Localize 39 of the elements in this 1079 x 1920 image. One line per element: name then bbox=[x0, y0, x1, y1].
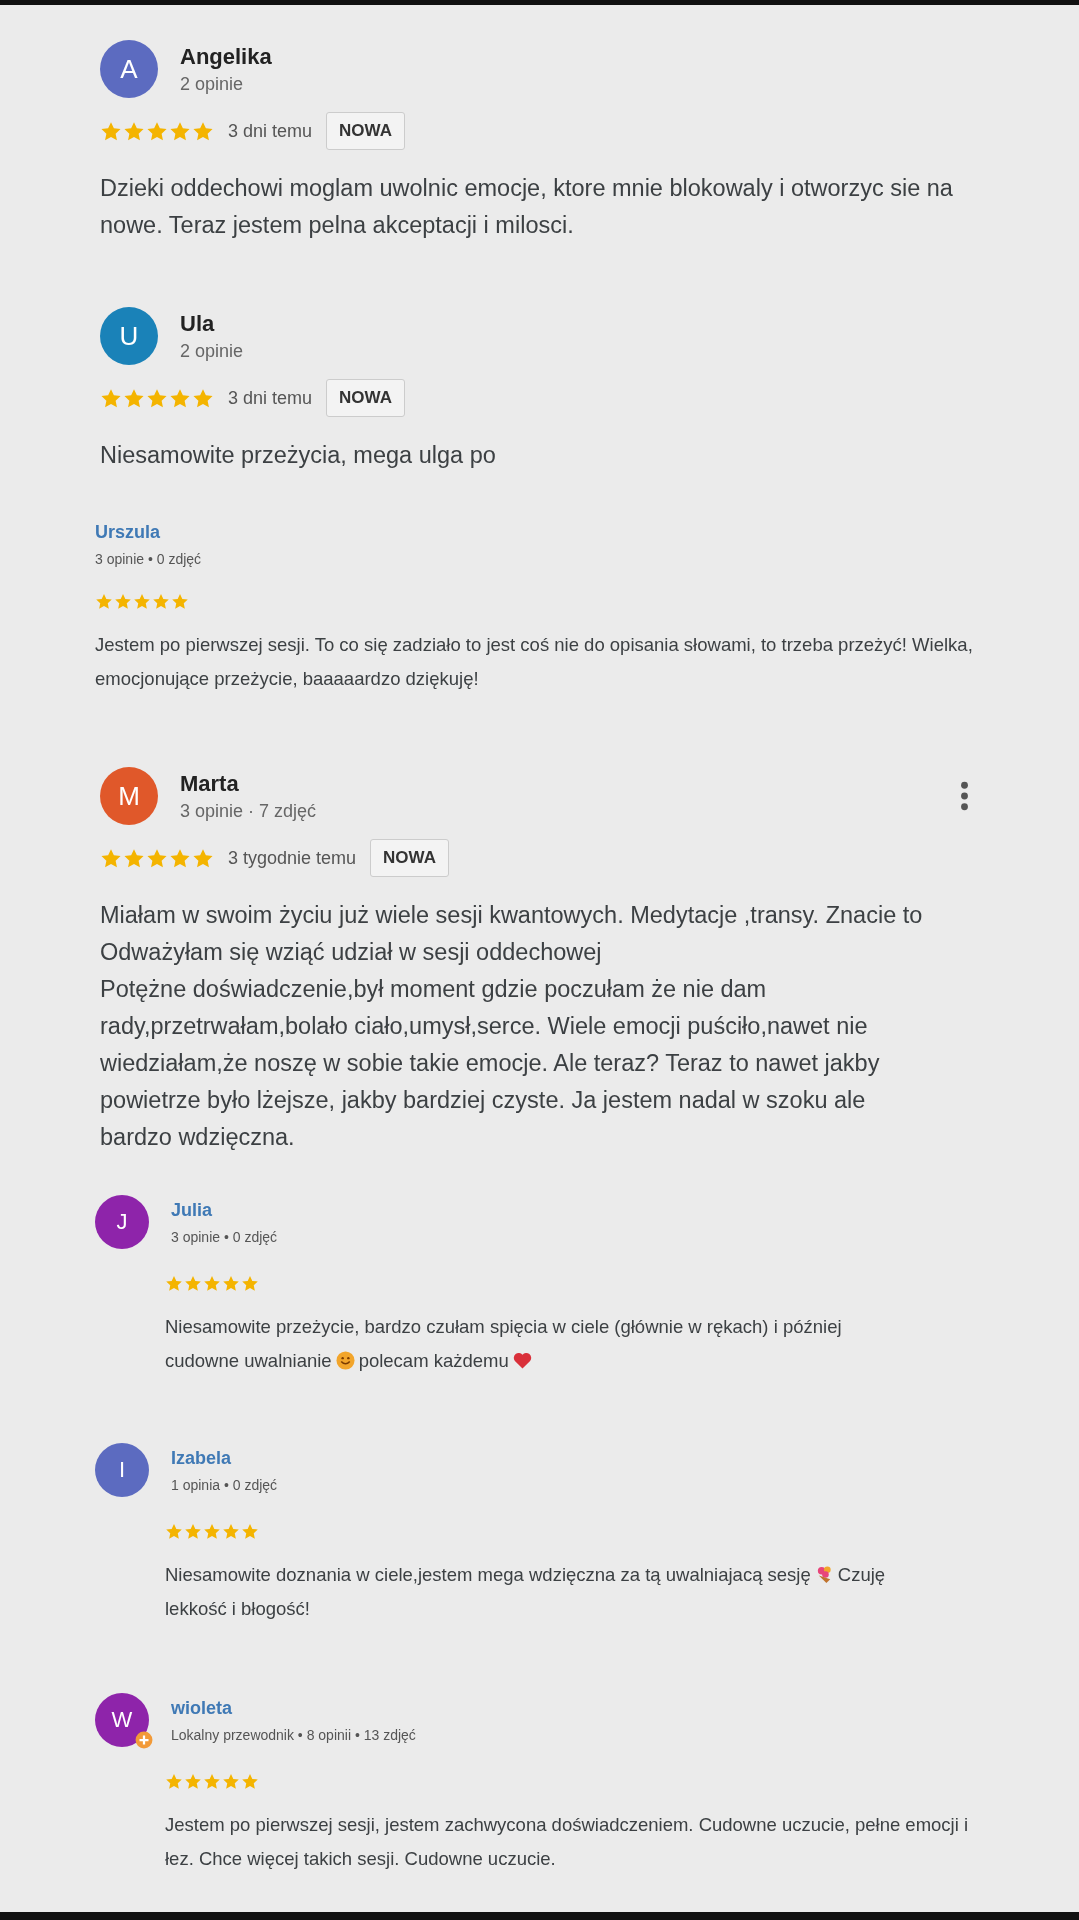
review-date: 3 dni temu bbox=[228, 120, 313, 142]
reviewer-stats: 3 opinie · 7 zdjęć bbox=[180, 800, 317, 822]
reviewer-stats: 1 opinia • 0 zdjęć bbox=[171, 1476, 278, 1493]
reviewer-name[interactable]: wioleta bbox=[171, 1697, 416, 1719]
avatar: M bbox=[100, 767, 158, 825]
new-badge: NOWA bbox=[370, 839, 449, 877]
reviewer-name[interactable]: Angelika bbox=[180, 43, 272, 70]
review-text: Niesamowite doznania w ciele,jestem mega wdzięczna za tą uwalniajacą sesję bbox=[165, 1564, 811, 1585]
review-text: cudowne uwalnianie bbox=[165, 1350, 332, 1371]
heart-icon bbox=[512, 1351, 532, 1370]
review-text: Niesamowite przeżycie, bardzo czułam spięcia w ciele (głównie w rękach) i później bbox=[165, 1316, 842, 1337]
avatar: J bbox=[95, 1195, 149, 1249]
reviewer-name[interactable]: Marta bbox=[180, 770, 317, 797]
reviewer-name[interactable]: Urszula bbox=[95, 522, 202, 543]
reviewer-stats: Lokalny przewodnik • 8 opinii • 13 zdjęć bbox=[171, 1726, 416, 1743]
review-text: lekkość i błogość! bbox=[165, 1598, 310, 1619]
review-text: Jestem po pierwszej sesji, jestem zachwycona doświadczeniem. Cudowne uczucie, pełne emocji i łez. Chce więcej takich sesji. Cudowne uczucie. bbox=[165, 1814, 969, 1869]
review-date: 3 tygodnie temu bbox=[228, 847, 357, 869]
review-text: Jestem po pierwszej sesji. To co się zadziało to jest coś nie do opisania słowami, to trzeba przeżyć! Wielka, emocjonujące przeżycie, baaaaardzo dziękuję! bbox=[95, 634, 973, 689]
avatar: U bbox=[100, 307, 158, 365]
avatar: A bbox=[100, 40, 158, 98]
reviewer-stats: 2 opinie bbox=[180, 340, 244, 362]
reviewer-name[interactable]: Ula bbox=[180, 310, 244, 337]
review-text: Miałam w swoim życiu już wiele sesji kwantowych. Medytacje ,transy. Znacie to Odważyłam się wziąć udział w sesji oddechowej Potężne doświadczenie,był moment gdzie poczułam że nie dam rady,przetrwałam,bolało ciało,umysł,serce. Wiele emocji puściło,nawet nie wiedziałam,że noszę w sobie takie emocje. Ale teraz? Teraz to nawet jakby powietrze było lżejsze, jakby bardziej czyste. Ja jestem nadal w szoku ale bardzo wdzięczna. bbox=[100, 902, 923, 1150]
reviewer-name[interactable]: Izabela bbox=[171, 1447, 278, 1469]
avatar: I bbox=[95, 1443, 149, 1497]
reviewer-name[interactable]: Julia bbox=[171, 1199, 278, 1221]
new-badge: NOWA bbox=[326, 379, 405, 417]
review-text: Dzieki oddechowi moglam uwolnic emocje, ktore mnie blokowaly i otworzyc sie na nowe. Teraz jestem pelna akceptacji i milosci. bbox=[100, 175, 953, 238]
review-date: 3 dni temu bbox=[228, 387, 313, 409]
new-badge: NOWA bbox=[326, 112, 405, 150]
review-text: polecam każdemu bbox=[358, 1350, 509, 1371]
reviewer-stats: 3 opinie • 0 zdjęć bbox=[171, 1228, 278, 1245]
review-text: Niesamowite przeżycia, mega ulga po bbox=[100, 442, 496, 468]
reviewer-stats: 2 opinie bbox=[180, 73, 245, 95]
smiley-icon bbox=[335, 1351, 355, 1370]
more-menu-icon[interactable] bbox=[960, 781, 969, 811]
reviewer-stats: 3 opinie • 0 zdjęć bbox=[95, 551, 202, 567]
review-text: Czuję bbox=[837, 1564, 886, 1585]
